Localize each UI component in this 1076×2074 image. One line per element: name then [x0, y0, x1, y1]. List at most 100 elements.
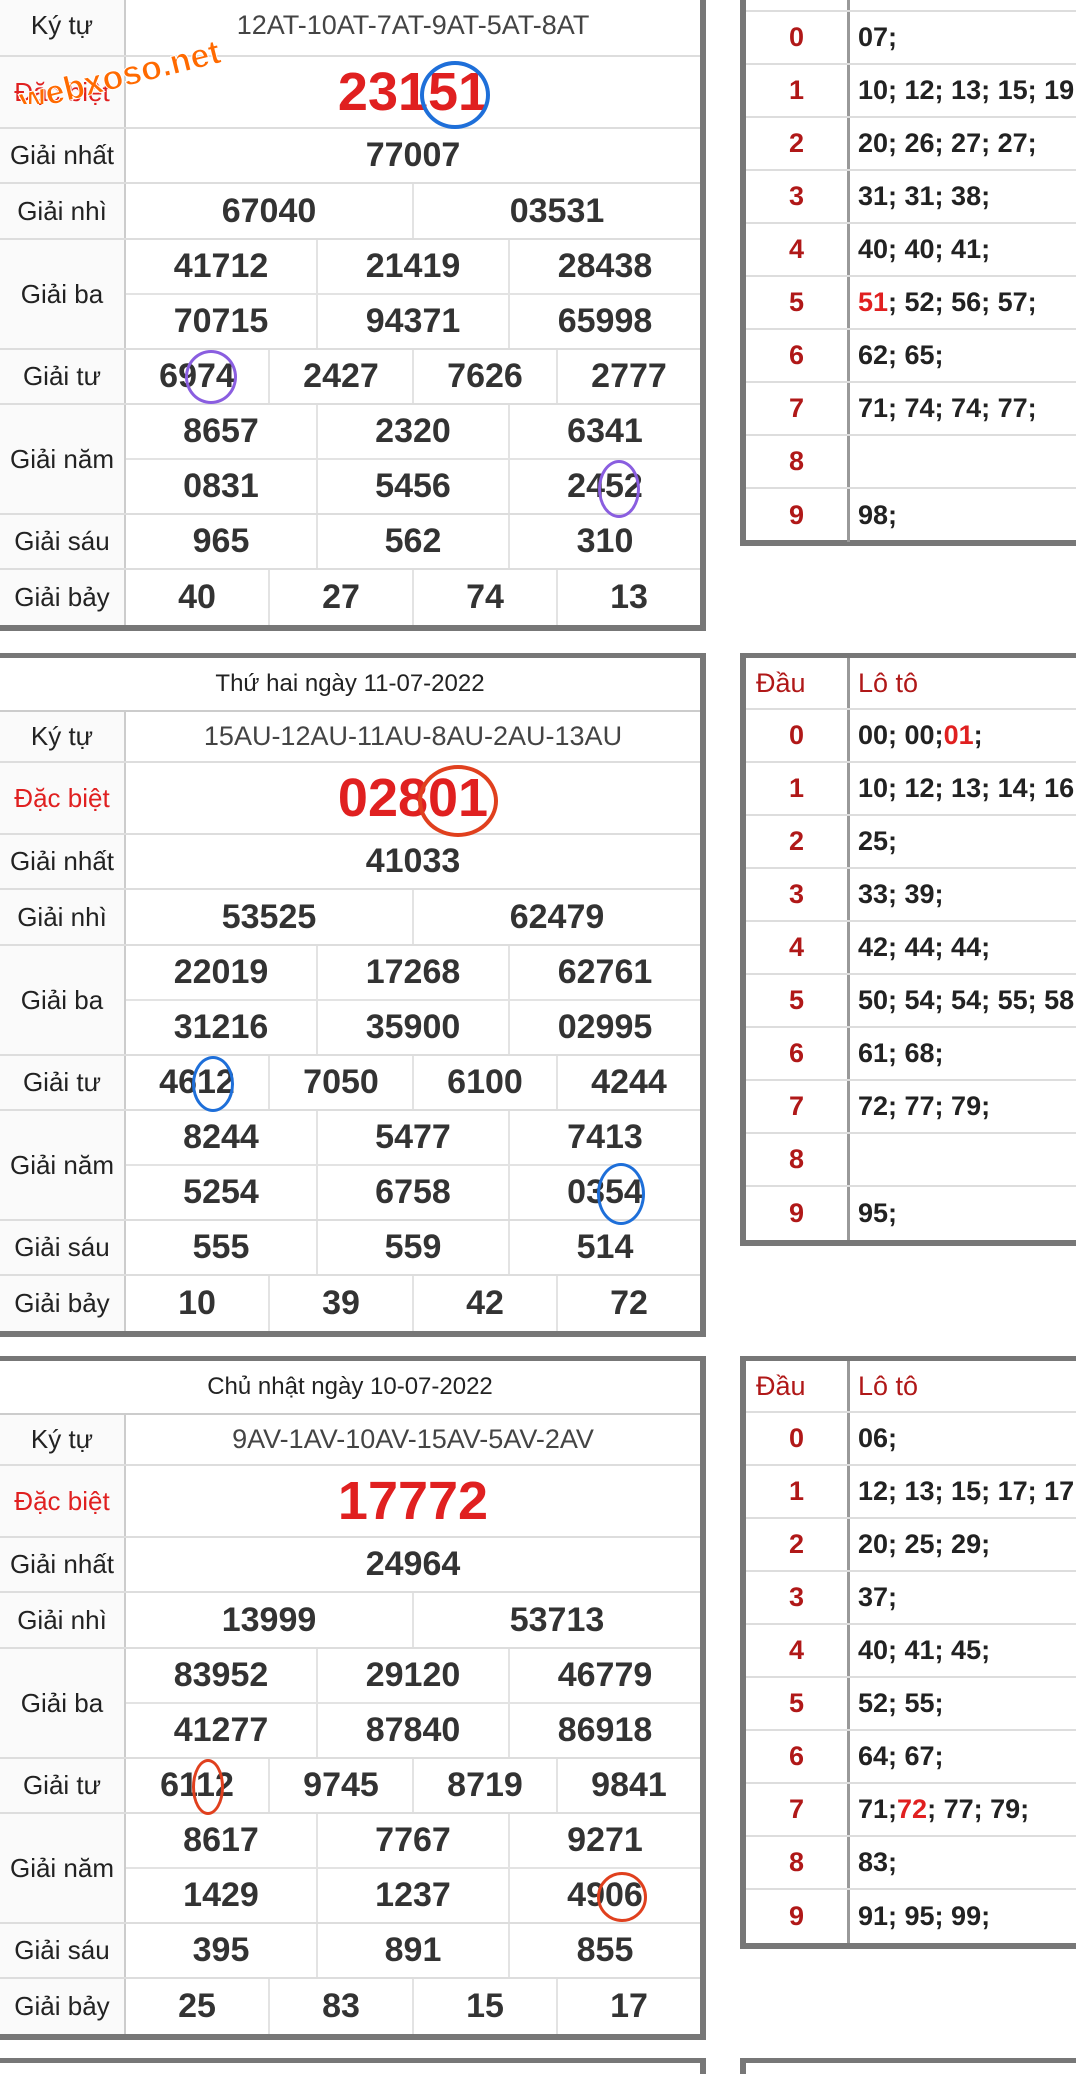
- fourth-prize-label: Giải tư: [0, 1056, 126, 1109]
- loto-row: 3 31; 31; 38;: [746, 171, 1076, 224]
- loto-numbers: 20; 26; 27; 27;: [858, 128, 1037, 158]
- prize-number: 83: [268, 1979, 412, 2034]
- sixth-prize-label: Giải sáu: [0, 1221, 126, 1274]
- loto-rest: ; 52; 56; 57;: [888, 287, 1037, 317]
- prize-number: 7767: [316, 1814, 508, 1867]
- loto-numbers: 62; 65;: [858, 340, 944, 370]
- prize-number: 25: [178, 1987, 216, 2025]
- dau-digit: 3: [746, 869, 850, 920]
- prize-number: 9841: [556, 1759, 700, 1812]
- loto-numbers: 33; 39;: [858, 879, 944, 909]
- sixth-prize-label: Giải sáu: [0, 515, 126, 568]
- prize-number: 6112: [160, 1766, 234, 1804]
- next-loto-table-edge: [740, 2058, 1076, 2074]
- loto-row: 6 62; 65;: [746, 330, 1076, 383]
- prize-number: 27: [268, 570, 412, 625]
- special-prize-row: Đặc biệt 23151: [0, 57, 700, 129]
- prize-number: 31216: [173, 1008, 269, 1046]
- loto-numbers: 83;: [858, 1847, 898, 1877]
- draw-date: Thứ hai ngày 11-07-2022: [0, 658, 700, 712]
- prize-number: 0831: [183, 467, 259, 505]
- loto-row: 2 20; 25; 29;: [746, 1519, 1076, 1572]
- sixth-prize-label: Giải sáu: [0, 1924, 126, 1977]
- sixth-prize-row: Giải sáu 555 559 514: [0, 1221, 700, 1276]
- loto-row: 9 95;: [746, 1187, 1076, 1240]
- dau-digit: 3: [746, 171, 850, 222]
- prize-number: 62479: [412, 890, 700, 944]
- loto-row: 2 20; 26; 27; 27;: [746, 118, 1076, 171]
- loto-row: 4 40; 41; 45;: [746, 1625, 1076, 1678]
- prize-number: 87840: [316, 1704, 508, 1757]
- dau-digit: 6: [746, 1028, 850, 1079]
- loto-row: 5 52; 55;: [746, 1678, 1076, 1731]
- prize-number: 65998: [508, 295, 700, 348]
- special-prize-value: 23151: [337, 62, 489, 122]
- kytu-label: Ký tự: [0, 712, 126, 761]
- loto-row: 8: [746, 1134, 1076, 1187]
- prize-number: 28438: [508, 240, 700, 293]
- prize-number: 94371: [316, 295, 508, 348]
- prize-number: 395: [192, 1931, 250, 1969]
- loto-numbers: 71; 74; 74; 77;: [858, 393, 1037, 423]
- loto-numbers: 10; 12; 13; 15; 19: [858, 75, 1075, 105]
- loto-row: 8 83;: [746, 1837, 1076, 1890]
- result-table-2: Thứ hai ngày 11-07-2022 Ký tự 15AU-12AU-…: [0, 653, 706, 1337]
- prize-number: 9745: [268, 1759, 412, 1812]
- prize-number: 4612: [159, 1063, 235, 1101]
- prize-number: 1237: [316, 1869, 508, 1922]
- dau-header: Đầu: [746, 1361, 850, 1411]
- prize-number: 35900: [316, 1001, 508, 1054]
- next-result-table-edge: [0, 2058, 706, 2074]
- loto-numbers: 52; 55;: [858, 1688, 944, 1718]
- prize-number: 8657: [183, 412, 259, 450]
- prize-number: 4906: [508, 1869, 700, 1922]
- prize-number: 46779: [508, 1649, 700, 1702]
- third-prize-label: Giải ba: [0, 946, 126, 1054]
- dau-digit: 5: [746, 1678, 850, 1729]
- loto-row: 1 10; 12; 13; 14; 16: [746, 763, 1076, 816]
- loto-header-label: Lô tô: [858, 667, 919, 698]
- loto-row: 6 64; 67;: [746, 1731, 1076, 1784]
- prize-number: 2452: [508, 460, 700, 513]
- dau-header: Đầu: [746, 658, 850, 708]
- special-prize-label: Đặc biệt: [0, 57, 126, 127]
- dau-digit: 2: [746, 118, 850, 169]
- dau-digit: 7: [746, 383, 850, 434]
- loto-row: 8: [746, 436, 1076, 489]
- loto-numbers: 06;: [858, 1423, 898, 1453]
- dau-digit: 4: [746, 1625, 850, 1676]
- loto-numbers: 42; 44; 44;: [858, 932, 991, 962]
- fifth-prize-row: Giải năm 8244 5477 7413 5254 6758 0354: [0, 1111, 700, 1225]
- prize-number: 891: [316, 1924, 508, 1977]
- sixth-prize-row: Giải sáu 395 891 855: [0, 1924, 700, 1979]
- fourth-prize-label: Giải tư: [0, 350, 126, 403]
- prize-number: 83952: [173, 1656, 269, 1694]
- prize-number: 965: [192, 522, 250, 560]
- loto-row: 1 12; 13; 15; 17; 17: [746, 1466, 1076, 1519]
- loto-numbers: 12; 13; 15; 17; 17: [858, 1476, 1075, 1506]
- loto-header: Đầu Lô tô: [746, 658, 1076, 710]
- loto-numbers: [850, 1134, 1076, 1185]
- prize-number: 53713: [412, 1593, 700, 1647]
- first-prize-value: 24964: [365, 1545, 461, 1583]
- prize-number: 6100: [412, 1056, 556, 1109]
- special-prize-label: Đặc biệt: [0, 1466, 126, 1536]
- prize-number: 22019: [173, 953, 269, 991]
- dau-digit: 7: [746, 1081, 850, 1132]
- dau-digit: 7: [746, 1784, 850, 1835]
- first-prize-label: Giải nhất: [0, 835, 126, 888]
- dau-digit: 3: [746, 1572, 850, 1623]
- kytu-value: 12AT-10AT-7AT-9AT-5AT-8AT: [236, 10, 590, 40]
- prize-number: 41712: [173, 247, 269, 285]
- kytu-label: Ký tự: [0, 0, 126, 55]
- loto-row: 0 06;: [746, 1413, 1076, 1466]
- prize-number: 559: [316, 1221, 508, 1274]
- loto-rows: 0 00; 00; 01; 1 10; 12; 13; 14; 16 2 25; 3 33; …: [746, 710, 1076, 1240]
- loto-row: 9 98;: [746, 489, 1076, 542]
- fourth-prize-row: Giải tư 6974 2427 7626 2777: [0, 350, 700, 405]
- loto-numbers: 40; 40; 41;: [858, 234, 991, 264]
- loto-numbers: 50; 54; 54; 55; 58: [858, 985, 1075, 1015]
- seventh-prize-label: Giải bảy: [0, 1979, 126, 2034]
- dau-digit: 1: [746, 1466, 850, 1517]
- prize-number: 13: [556, 570, 700, 625]
